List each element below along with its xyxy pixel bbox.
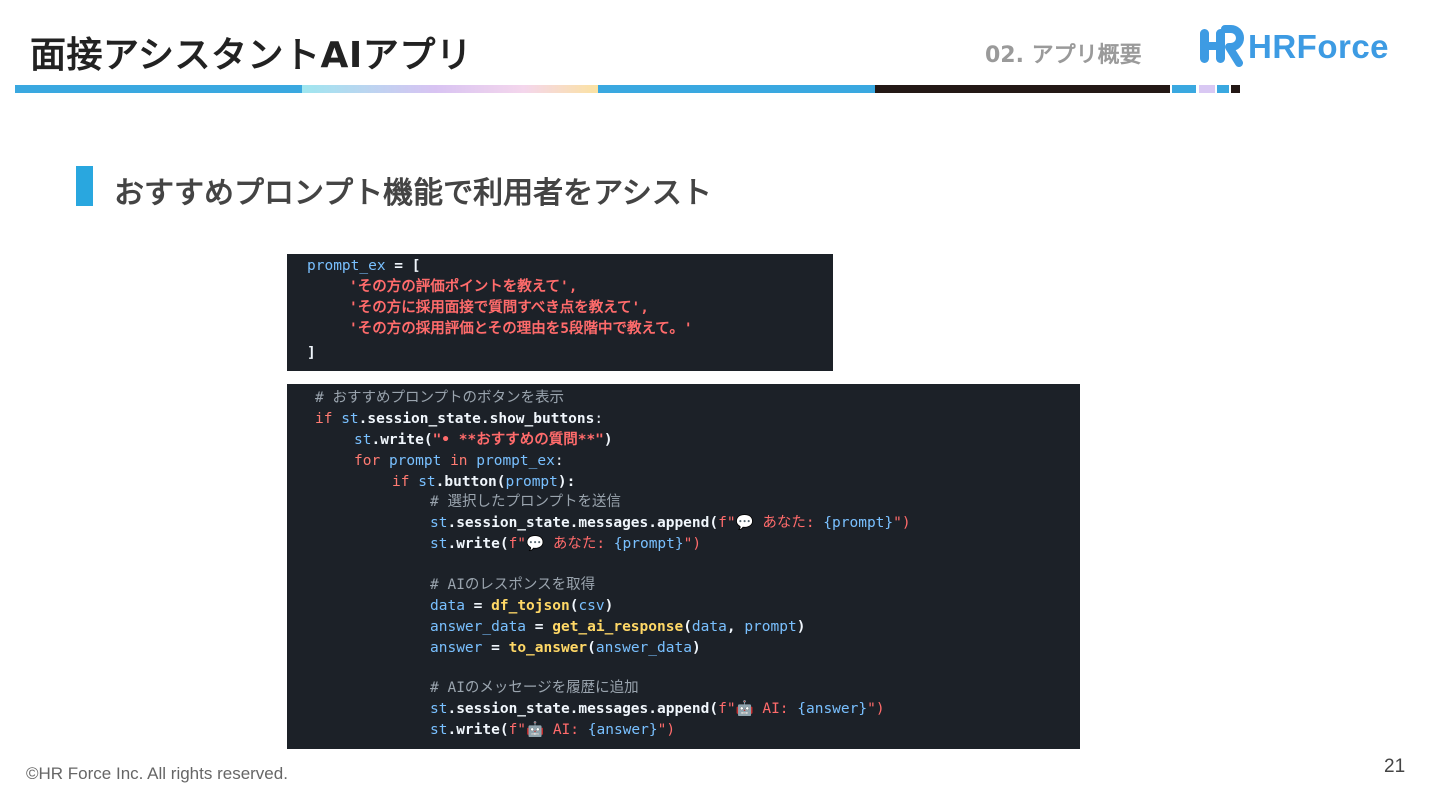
subtitle-marker <box>76 166 93 206</box>
code-token: = <box>464 598 492 614</box>
code-token: : <box>554 453 564 469</box>
code-line: answer_data = get_ai_response(data, prom… <box>430 617 805 637</box>
bar-segment-gradient <box>302 85 598 93</box>
code-token: st <box>430 515 448 531</box>
code-token: .session_state.messages.append( <box>447 701 719 717</box>
code-token: prompt_ex <box>307 258 386 274</box>
bar-segment-small-blue-2 <box>1217 85 1229 93</box>
code-token: csv <box>578 598 605 614</box>
code-token: ) <box>604 598 614 614</box>
code-line: if st.button(prompt): <box>392 472 575 492</box>
code-token: ") <box>683 536 702 552</box>
code-token: .button( <box>435 474 506 490</box>
code-token: data <box>691 619 727 635</box>
code-line: answer = to_answer(answer_data) <box>430 638 701 658</box>
page-title: 面接アシスタントAIアプリ <box>30 35 473 76</box>
code-token: {answer} <box>587 722 658 738</box>
hrforce-logo: HRForce <box>1196 24 1401 68</box>
code-line: data = df_tojson(csv) <box>430 596 613 616</box>
section-label: 02. アプリ概要 <box>985 43 1142 68</box>
code-token: {answer} <box>797 701 868 717</box>
code-token: "• **おすすめの質問**" <box>432 432 604 448</box>
code-token: get_ai_response <box>552 619 684 635</box>
code-token: {prompt} <box>613 536 684 552</box>
code-token: for <box>354 453 381 469</box>
code-token: .write( <box>447 722 509 738</box>
code-block-prompt-list: prompt_ex = [ 'その方の評価ポイントを教えて', 'その方に採用面… <box>287 254 833 371</box>
code-token: ( <box>683 619 692 635</box>
code-token: .write( <box>447 536 509 552</box>
code-token: prompt <box>505 474 558 490</box>
code-line: st.session_state.messages.append(f"🤖 AI:… <box>430 699 885 719</box>
logo-mark-icon <box>1200 25 1244 67</box>
code-token: = [ <box>385 258 421 274</box>
code-token: st <box>430 722 448 738</box>
code-token: ) <box>796 619 806 635</box>
page-number: 21 <box>1384 756 1406 777</box>
code-token: .write( <box>371 432 433 448</box>
code-token: .session_state.messages.append( <box>447 515 719 531</box>
code-token: prompt <box>744 619 797 635</box>
code-line: 'その方の採用評価とその理由を5段階中で教えて。' <box>349 321 693 337</box>
code-token: ( <box>587 640 596 656</box>
code-comment: # 選択したプロンプトを送信 <box>430 494 622 510</box>
code-token: data <box>430 598 465 614</box>
code-token: , <box>726 619 745 635</box>
code-token: st <box>430 536 448 552</box>
code-token: ): <box>557 474 576 490</box>
bar-segment-blue-2 <box>598 85 875 93</box>
code-token: if <box>392 474 410 490</box>
code-line: st.session_state.messages.append(f"💬 あなた… <box>430 513 911 533</box>
code-token: = <box>526 619 553 635</box>
code-line: ] <box>307 345 316 361</box>
code-token: f"🤖 AI: <box>508 722 588 738</box>
code-line: st.write("• **おすすめの質問**") <box>354 430 613 450</box>
code-comment: # AIのレスポンスを取得 <box>430 577 596 593</box>
code-token: f"🤖 AI: <box>718 701 798 717</box>
code-token: st <box>418 474 436 490</box>
code-token: ") <box>657 722 676 738</box>
code-line: st.write(f"💬 あなた: {prompt}") <box>430 534 701 554</box>
code-token: st <box>341 411 359 427</box>
logo-text: HRForce <box>1248 28 1390 65</box>
code-token: st <box>430 701 448 717</box>
code-line: if st.session_state.show_buttons: <box>315 409 603 429</box>
code-token: : <box>594 411 604 427</box>
bar-segment-small-dark <box>1231 85 1240 93</box>
code-token: prompt_ex <box>476 453 555 469</box>
code-token: answer_data <box>430 619 527 635</box>
bar-segment-blue <box>15 85 302 93</box>
code-token: ") <box>893 515 911 531</box>
code-token: f"💬 あなた: <box>508 536 614 552</box>
code-token: df_tojson <box>491 598 570 614</box>
bar-segment-small-lilac <box>1199 85 1215 93</box>
code-token: ) <box>603 432 613 448</box>
code-token: = <box>482 640 509 656</box>
slide-subtitle: おすすめプロンプト機能で利用者をアシスト <box>114 176 712 211</box>
bar-segment-small-blue <box>1172 85 1196 93</box>
code-comment: # AIのメッセージを履歴に追加 <box>430 680 639 696</box>
code-token: prompt <box>388 453 442 469</box>
code-token: if <box>315 411 333 427</box>
bar-segment-dark <box>875 85 1170 93</box>
code-line: 'その方の評価ポイントを教えて', <box>349 279 578 295</box>
code-line: 'その方に採用面接で質問すべき点を教えて', <box>349 300 649 316</box>
code-line: st.write(f"🤖 AI: {answer}") <box>430 720 675 740</box>
code-line: for prompt in prompt_ex: <box>354 451 564 471</box>
code-token: f"💬 あなた: <box>718 515 824 531</box>
code-token: answer_data <box>595 640 692 656</box>
code-comment: # おすすめプロンプトのボタンを表示 <box>315 390 565 406</box>
code-line: prompt_ex = [ <box>307 256 421 276</box>
code-block-button-logic: # おすすめプロンプトのボタンを表示 if st.session_state.s… <box>287 384 1080 749</box>
code-token: .session_state.show_buttons <box>358 411 595 427</box>
code-token: answer <box>430 640 483 656</box>
code-token: ") <box>867 701 885 717</box>
code-token: to_answer <box>508 640 588 656</box>
code-token: in <box>450 453 468 469</box>
code-token: st <box>354 432 372 448</box>
copyright-footer: ©HR Force Inc. All rights reserved. <box>26 764 288 783</box>
code-token: ) <box>691 640 701 656</box>
code-token: {prompt} <box>823 515 894 531</box>
